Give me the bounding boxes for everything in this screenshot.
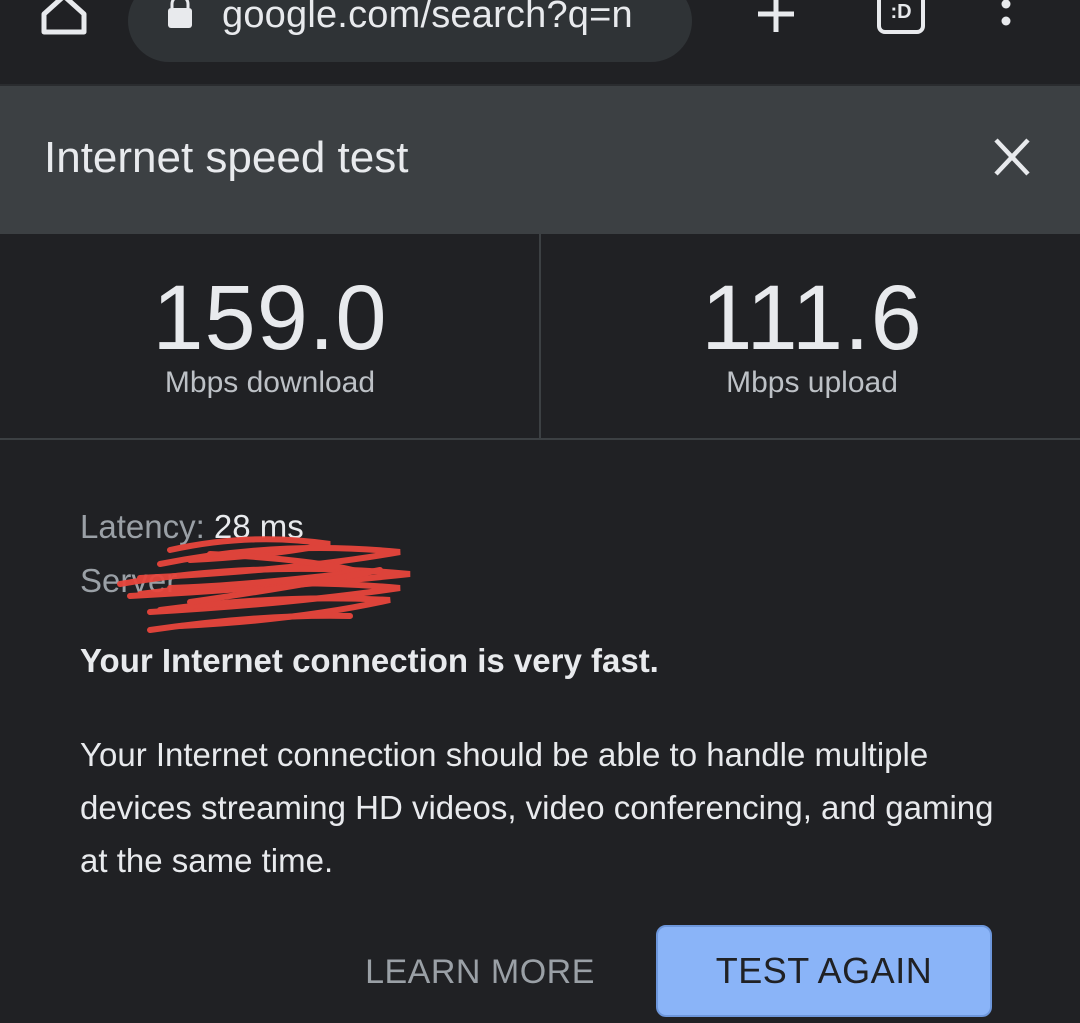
connection-description: Your Internet connection should be able … (80, 736, 994, 879)
metric-divider (539, 234, 541, 438)
close-button[interactable] (988, 134, 1036, 182)
dialog-title: Internet speed test (44, 133, 409, 182)
speed-test-header: Internet speed test (0, 84, 1080, 232)
upload-label: Mbps upload (726, 366, 898, 399)
home-icon (41, 0, 87, 35)
download-metric: 159.0 Mbps download (0, 234, 540, 438)
plus-icon (758, 0, 794, 32)
more-vert-icon (1001, 0, 1011, 26)
url-text: google.com/search?q=n (222, 0, 633, 36)
upload-value: 111.6 (701, 267, 923, 369)
tab-switcher-button[interactable]: :D (876, 0, 926, 36)
more-options-button[interactable] (994, 0, 1018, 40)
upload-metric: 111.6 Mbps upload (542, 234, 1080, 438)
browser-toolbar: google.com/search?q=n :D (0, 0, 1080, 84)
address-bar[interactable]: google.com/search?q=n (128, 0, 692, 62)
close-icon (994, 138, 1030, 176)
speed-metrics: 159.0 Mbps download 111.6 Mbps upload (0, 232, 1080, 440)
download-value: 159.0 (152, 267, 388, 369)
test-again-button[interactable]: TEST AGAIN (656, 925, 992, 1017)
tab-count-badge: :D (890, 1, 912, 23)
home-button[interactable] (36, 0, 92, 40)
learn-more-button[interactable]: LEARN MORE (340, 930, 620, 1014)
redaction-scribble (117, 536, 411, 633)
download-label: Mbps download (164, 366, 376, 399)
connection-verdict: Your Internet connection is very fast. (80, 642, 659, 679)
new-tab-button[interactable] (754, 0, 798, 36)
lock-icon (168, 0, 192, 28)
